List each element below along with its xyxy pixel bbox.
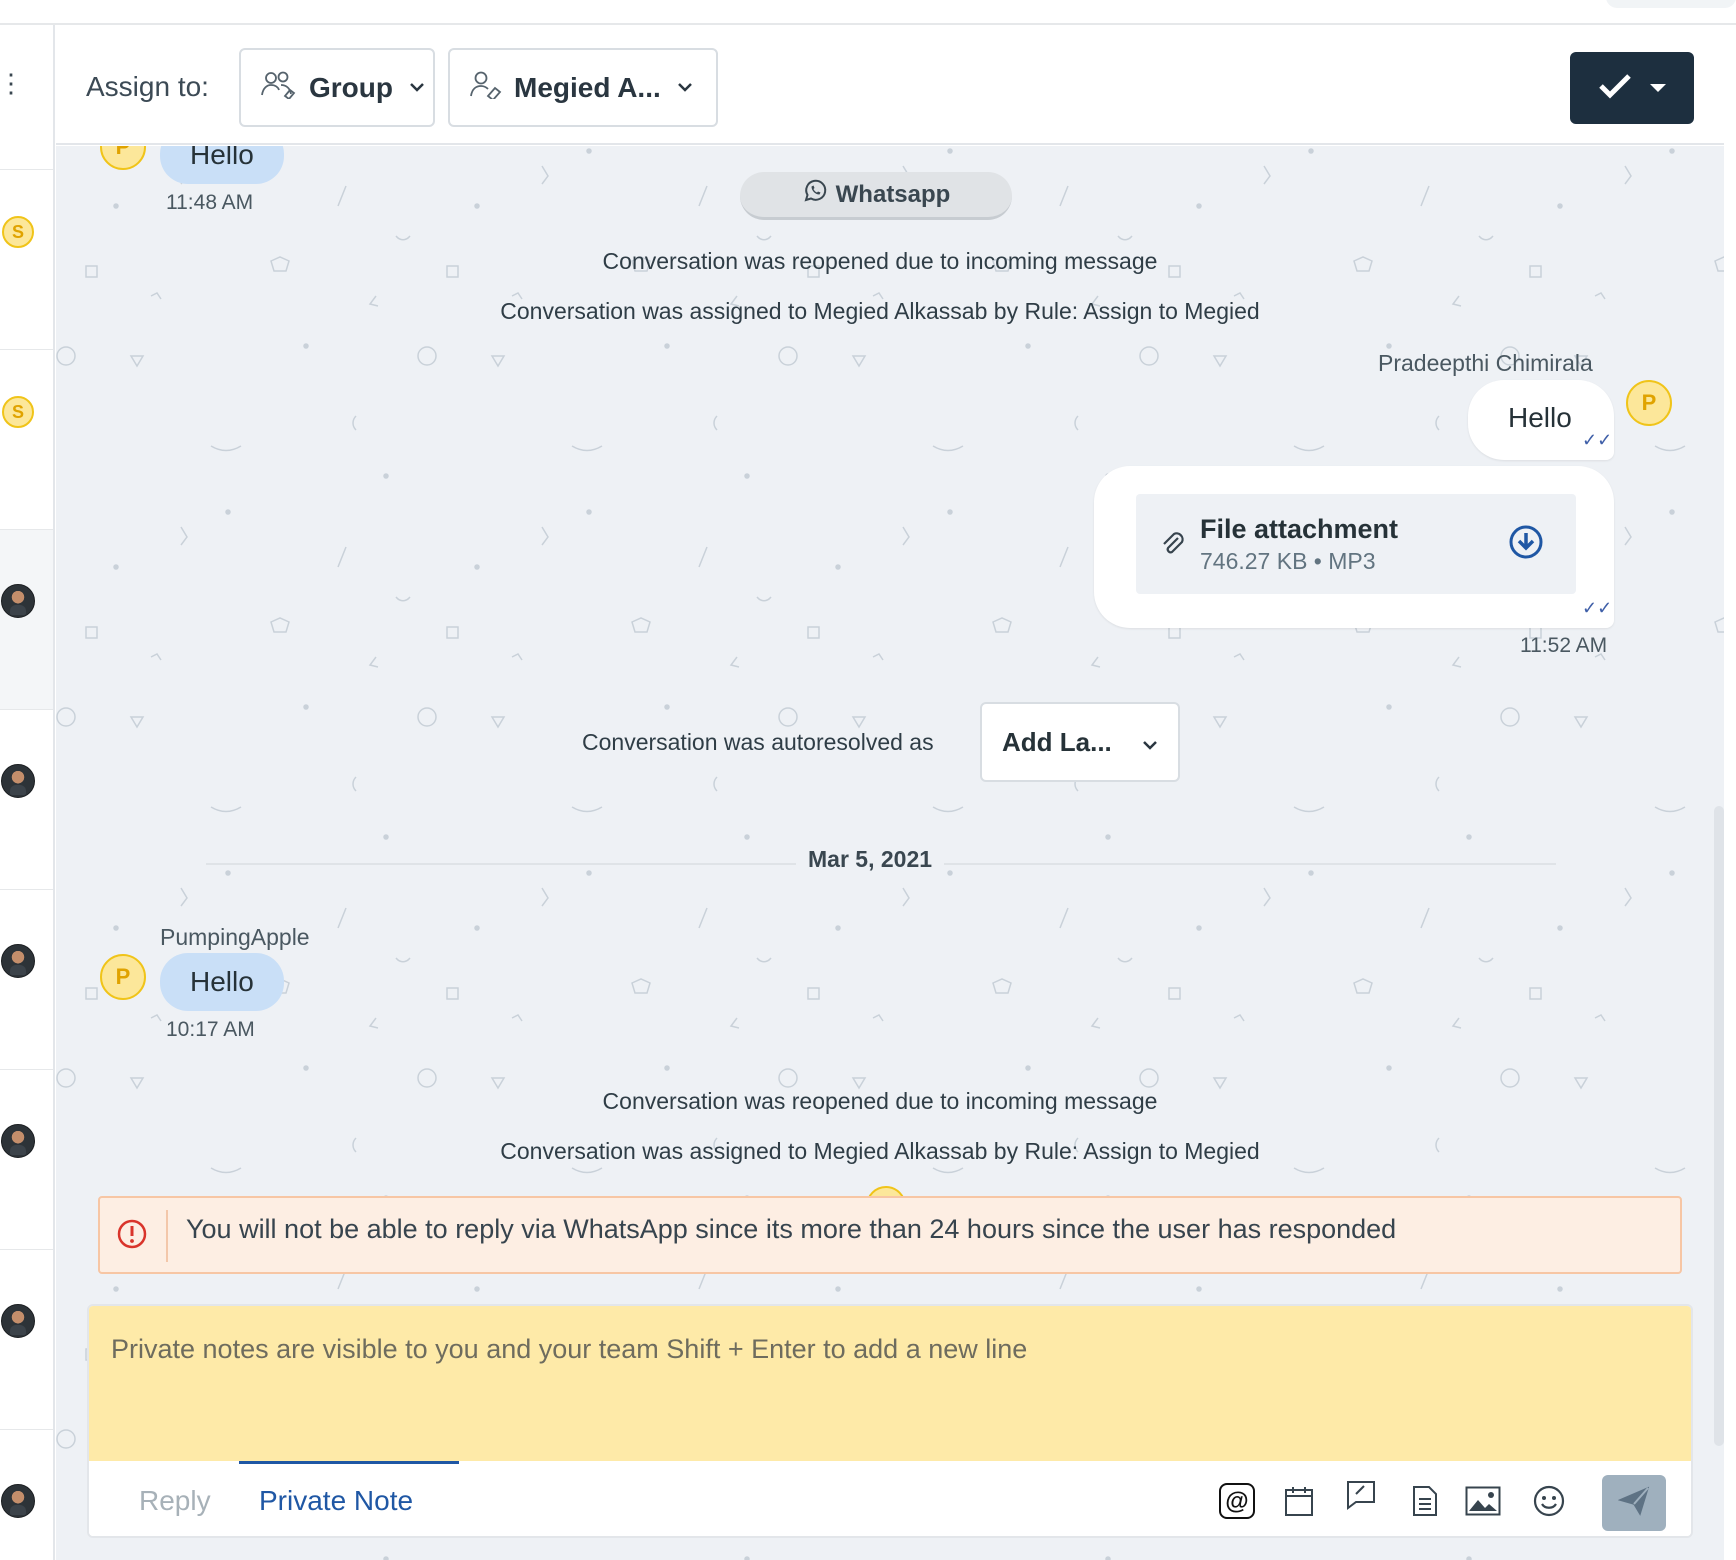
chevron-down-icon xyxy=(409,77,425,98)
tab-private-note[interactable]: Private Note xyxy=(259,1485,413,1517)
agent-dropdown[interactable]: Megied A... xyxy=(448,48,718,127)
warning-text: You will not be able to reply via WhatsA… xyxy=(186,1214,1397,1244)
activity-message: Conversation was assigned to Megied Alka… xyxy=(500,298,1260,324)
avatar xyxy=(1,1124,35,1158)
avatar: P xyxy=(100,954,146,1000)
calendar-icon[interactable] xyxy=(1281,1483,1317,1519)
resolve-button[interactable] xyxy=(1570,52,1694,124)
avatar xyxy=(1,584,35,618)
avatar: P xyxy=(100,146,146,170)
double-check-icon: ✓✓ xyxy=(1582,598,1613,618)
editor-toolbar: Reply Private Note @ xyxy=(89,1461,1691,1536)
conversation-list-edge: ⋮ S S xyxy=(0,25,55,1560)
avatar xyxy=(1,1484,35,1518)
chevron-down-icon xyxy=(1142,727,1158,758)
warning-banner: You will not be able to reply via WhatsA… xyxy=(98,1196,1682,1274)
list-item[interactable] xyxy=(0,1070,53,1250)
group-dropdown[interactable]: Group xyxy=(239,48,435,127)
top-bar xyxy=(0,0,1736,25)
avatar: S xyxy=(2,396,34,428)
scrollbar[interactable] xyxy=(1714,806,1724,1446)
autoresolved-text: Conversation was autoresolved as xyxy=(582,729,934,755)
document-icon[interactable] xyxy=(1407,1483,1443,1519)
messages-pane: P Hello 11:48 AM Whatsapp Conversation w… xyxy=(56,146,1724,1560)
tab-reply[interactable]: Reply xyxy=(139,1485,211,1517)
list-item[interactable]: S xyxy=(0,170,53,350)
group-icon xyxy=(259,69,299,106)
avatar: S xyxy=(2,216,34,248)
date-separator: Mar 5, 2021 xyxy=(796,846,945,873)
attachment-meta: 746.27 KB • MP3 xyxy=(1200,548,1376,574)
list-item[interactable]: S xyxy=(0,350,53,530)
download-icon[interactable] xyxy=(1508,524,1544,565)
activity-message: Conversation was reopened due to incomin… xyxy=(602,1088,1158,1114)
chevron-down-icon xyxy=(677,77,693,98)
paperclip-icon xyxy=(1158,528,1186,563)
avatar xyxy=(1,944,35,978)
private-note-input[interactable]: Private notes are visible to you and you… xyxy=(89,1306,1691,1461)
list-item[interactable] xyxy=(0,710,53,890)
emoji-icon[interactable] xyxy=(1531,1483,1567,1519)
incoming-message: Hello xyxy=(160,953,284,1011)
send-icon xyxy=(1617,1486,1650,1521)
add-label-dropdown-label: Add La... xyxy=(1002,726,1112,757)
image-icon[interactable] xyxy=(1465,1483,1501,1519)
svg-text:@: @ xyxy=(1225,1488,1248,1515)
conversation-view: ⋮ S S Assign to: Group Megied A... P Hel… xyxy=(0,0,1736,1560)
message-time: 10:17 AM xyxy=(166,1018,255,1041)
alert-icon xyxy=(116,1218,148,1255)
list-item[interactable] xyxy=(0,530,53,710)
whatsapp-icon xyxy=(802,178,828,211)
add-label-dropdown[interactable]: Add La... xyxy=(980,702,1180,782)
caret-down-icon[interactable] xyxy=(1650,84,1666,92)
outgoing-message-text: Hello xyxy=(1508,402,1572,433)
outgoing-message: Hello ✓✓ xyxy=(1468,380,1614,460)
active-tab-indicator xyxy=(239,1461,459,1464)
list-item[interactable] xyxy=(0,0,53,170)
group-dropdown-label: Group xyxy=(309,71,393,103)
agent-dropdown-label: Megied A... xyxy=(514,71,661,103)
list-item[interactable] xyxy=(0,890,53,1070)
message-time: 11:48 AM xyxy=(166,191,254,214)
avatar: P xyxy=(1626,380,1672,426)
attachment-name: File attachment xyxy=(1200,514,1399,544)
list-item[interactable] xyxy=(0,1430,53,1560)
private-note-placeholder: Private notes are visible to you and you… xyxy=(111,1334,1028,1364)
incoming-message: Hello xyxy=(160,146,284,184)
reply-editor: Private notes are visible to you and you… xyxy=(87,1304,1693,1538)
activity-message: Conversation was reopened due to incomin… xyxy=(602,248,1158,274)
sender-name: Pradeepthi Chimirala xyxy=(1378,350,1593,376)
file-attachment[interactable]: File attachment 746.27 KB • MP3 xyxy=(1136,494,1576,594)
avatar xyxy=(1,764,35,798)
mention-icon[interactable]: @ xyxy=(1219,1483,1255,1519)
channel-name: Whatsapp xyxy=(835,180,951,208)
conversation-header: Assign to: Group Megied A... xyxy=(56,25,1724,145)
avatar xyxy=(1,1304,35,1338)
list-item[interactable] xyxy=(0,1250,53,1430)
canned-response-icon[interactable] xyxy=(1343,1477,1379,1513)
agent-icon xyxy=(468,69,504,106)
double-check-icon: ✓✓ xyxy=(1582,430,1613,450)
channel-pill: Whatsapp xyxy=(740,172,1012,220)
send-button[interactable] xyxy=(1602,1475,1666,1531)
message-time: 11:52 AM xyxy=(1520,634,1608,657)
assign-label: Assign to: xyxy=(86,71,209,102)
check-icon xyxy=(1598,73,1632,104)
sender-name: PumpingApple xyxy=(160,924,310,950)
activity-message: Conversation was assigned to Megied Alka… xyxy=(500,1138,1260,1164)
